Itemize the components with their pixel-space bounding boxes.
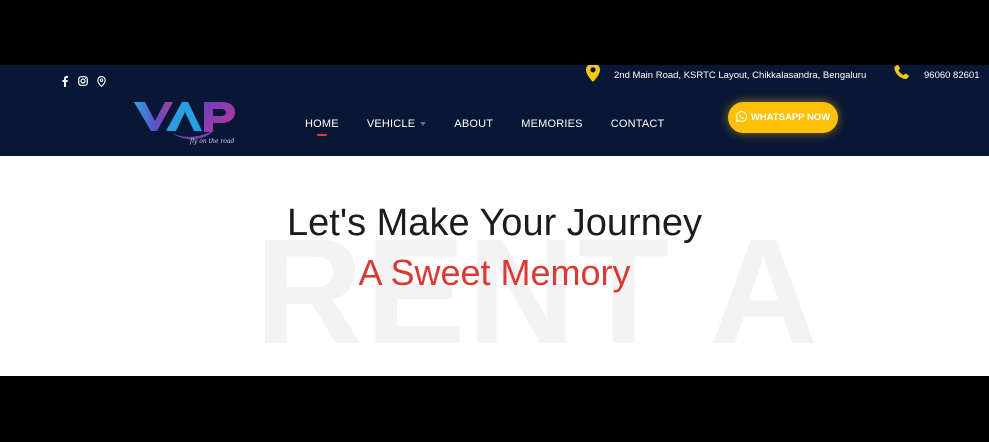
- screen-letterbox-top: [0, 0, 989, 65]
- phone-icon: [894, 65, 911, 85]
- hero-section: RENT A Let's Make Your Journey A Sweet M…: [0, 156, 989, 376]
- nav-item-vehicle[interactable]: VEHICLE: [366, 118, 427, 130]
- website: 2nd Main Road, KSRTC Layout, Chikkalasan…: [0, 65, 989, 376]
- whatsapp-now-button[interactable]: WHATSAPP NOW: [728, 102, 838, 133]
- screen-letterbox-bottom: [0, 376, 989, 442]
- phone-info: 96060 82601: [894, 65, 979, 85]
- facebook-icon[interactable]: [59, 74, 71, 88]
- active-indicator: [316, 134, 327, 136]
- main-nav: HOME VEHICLE ABOUT MEMORIES CONTACT: [305, 115, 665, 136]
- site-header: 2nd Main Road, KSRTC Layout, Chikkalasan…: [0, 65, 989, 156]
- map-pin-icon[interactable]: [95, 74, 107, 88]
- svg-text:fly on the road: fly on the road: [189, 138, 234, 145]
- nav-item-label: HOME: [305, 118, 339, 130]
- nav-item-contact[interactable]: CONTACT: [611, 118, 665, 130]
- instagram-icon[interactable]: [77, 74, 89, 88]
- nav-item-memories[interactable]: MEMORIES: [521, 118, 583, 130]
- nav-item-label: ABOUT: [454, 118, 494, 130]
- address-text: 2nd Main Road, KSRTC Layout, Chikkalasan…: [614, 69, 867, 81]
- whatsapp-button-label: WHATSAPP NOW: [750, 112, 831, 123]
- nav-item-about[interactable]: ABOUT: [454, 118, 493, 130]
- nav-item-label: CONTACT: [610, 118, 665, 130]
- address-info: 2nd Main Road, KSRTC Layout, Chikkalasan…: [586, 65, 866, 85]
- location-pin-icon: [586, 65, 600, 87]
- brand-logo[interactable]: fly on the road: [132, 99, 240, 145]
- hero-title: Let's Make Your Journey: [287, 202, 702, 244]
- nav-item-label: VEHICLE: [366, 118, 416, 130]
- whatsapp-icon: [735, 109, 747, 127]
- nav-item-label: MEMORIES: [521, 118, 583, 130]
- phone-number[interactable]: 96060 82601: [924, 70, 979, 81]
- hero-subtitle: A Sweet Memory: [358, 252, 631, 293]
- social-links: [59, 74, 107, 88]
- chevron-down-icon: [420, 122, 427, 126]
- nav-item-home[interactable]: HOME: [305, 118, 339, 136]
